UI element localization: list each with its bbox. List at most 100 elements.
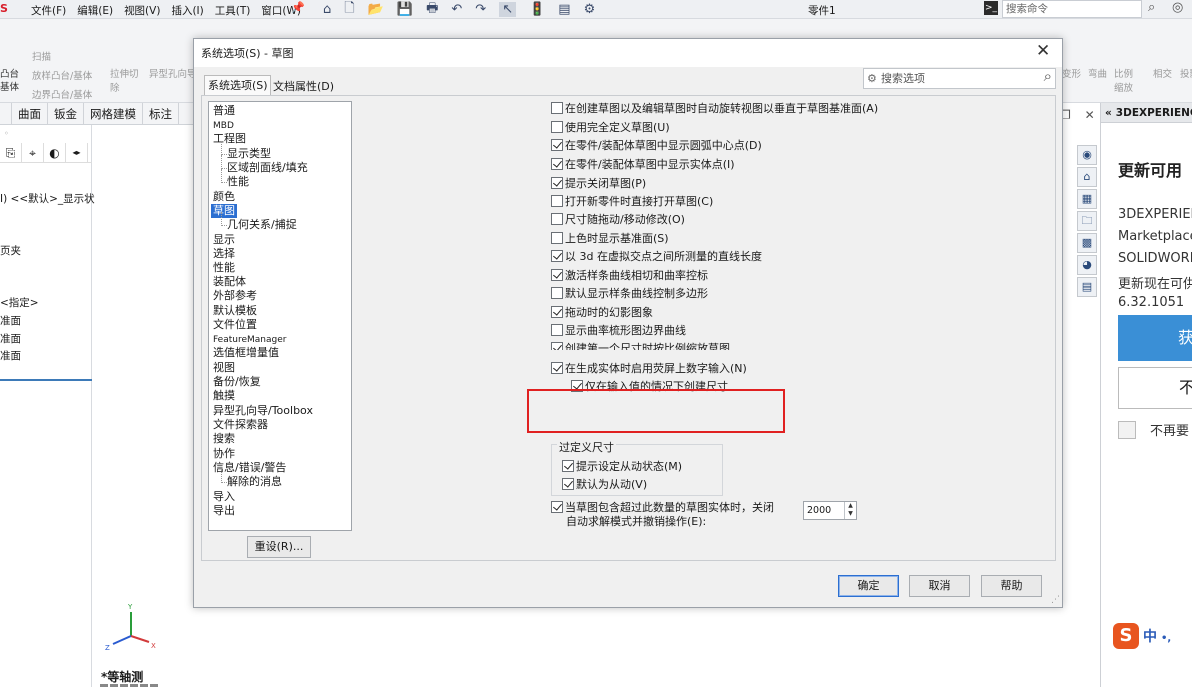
- search-icon[interactable]: ⌕: [1148, 0, 1155, 15]
- sketch-option[interactable]: 创建第一个尺寸时按比例缩放草图: [551, 341, 730, 350]
- checkbox[interactable]: [551, 121, 563, 133]
- dialog-titlebar[interactable]: 系统选项(S) - 草图 ✕: [194, 39, 1062, 67]
- nav-item[interactable]: 显示类型: [221, 141, 271, 161]
- checkbox[interactable]: [551, 342, 563, 350]
- crosshair-icon[interactable]: ⌖: [22, 143, 44, 162]
- nav-item[interactable]: 性能: [213, 261, 235, 275]
- checkbox[interactable]: [551, 195, 563, 207]
- save-icon[interactable]: 💾: [397, 2, 413, 17]
- nav-item[interactable]: 性能: [221, 169, 249, 189]
- solve-limit-spinbox[interactable]: 2000 ▲ ▼: [803, 501, 857, 520]
- ok-button[interactable]: 确定: [838, 575, 899, 597]
- cancel-button[interactable]: 取消: [909, 575, 970, 597]
- nav-item[interactable]: 导出: [213, 504, 235, 518]
- sketch-option[interactable]: 在创建草图以及编辑草图时自动旋转视图以垂直于草图基准面(A): [551, 101, 878, 116]
- tab-overflow[interactable]: [0, 103, 12, 125]
- tab-surface[interactable]: 曲面: [12, 103, 48, 125]
- tab-markup[interactable]: 标注: [143, 103, 179, 125]
- ime-mode[interactable]: 中: [1143, 629, 1157, 645]
- dont-ask-checkbox[interactable]: [1118, 421, 1136, 439]
- checkbox[interactable]: [551, 324, 563, 336]
- nav-item[interactable]: 工程图: [213, 132, 246, 146]
- checkbox[interactable]: [551, 158, 563, 170]
- nav-item[interactable]: 导入: [213, 490, 235, 504]
- nav-item[interactable]: 几何关系/捕捉: [221, 212, 297, 232]
- checkbox[interactable]: [551, 177, 563, 189]
- undo-icon[interactable]: ↶: [451, 2, 462, 17]
- menu-insert[interactable]: 插入(I): [171, 3, 203, 18]
- resize-grip-icon[interactable]: ⋰: [1051, 595, 1060, 605]
- ribbon-sweep[interactable]: 扫描: [32, 49, 51, 63]
- ribbon-loft[interactable]: 放样凸台/基体: [32, 68, 92, 82]
- redo-icon[interactable]: ↷: [475, 2, 486, 17]
- settings-gear-icon[interactable]: ⚙: [584, 2, 596, 17]
- checkbox[interactable]: [551, 250, 563, 262]
- menu-edit[interactable]: 编辑(E): [77, 3, 113, 18]
- pin-icon[interactable]: 📌: [291, 1, 305, 14]
- sketch-option[interactable]: 在零件/装配体草图中显示实体点(I): [551, 157, 735, 172]
- reset-button[interactable]: 重设(R)...: [247, 536, 311, 558]
- get-update-button[interactable]: 获: [1118, 315, 1192, 361]
- menu-tools[interactable]: 工具(T): [215, 3, 251, 18]
- nav-item[interactable]: 文件探索器: [213, 418, 268, 432]
- nav-item[interactable]: 搜索: [213, 432, 235, 446]
- checkbox[interactable]: [551, 362, 563, 374]
- tree-plane-1[interactable]: 准面: [0, 313, 21, 328]
- checkbox[interactable]: [551, 287, 563, 299]
- checkbox[interactable]: [551, 213, 563, 225]
- checkbox[interactable]: [551, 501, 563, 513]
- tree-folder[interactable]: 页夹: [0, 243, 21, 258]
- nav-item[interactable]: 视图: [213, 361, 235, 375]
- sketch-option[interactable]: 打开新零件时直接打开草图(C): [551, 194, 713, 209]
- print-icon[interactable]: 🖶: [426, 0, 438, 21]
- sketch-option[interactable]: 在零件/装配体草图中显示圆弧中心点(D): [551, 138, 762, 153]
- help-button[interactable]: 帮助: [981, 575, 1042, 597]
- ime-toolbar[interactable]: S 中 •,: [1113, 623, 1188, 653]
- nav-item[interactable]: 选择: [213, 247, 235, 261]
- sketch-option[interactable]: 使用完全定义草图(U): [551, 120, 670, 135]
- file-explorer-icon[interactable]: 🗀: [1077, 211, 1097, 231]
- sketch-option[interactable]: 以 3d 在虚拟交点之间所测量的直线长度: [551, 249, 762, 264]
- ribbon-project[interactable]: 投影: [1180, 66, 1192, 80]
- checkbox[interactable]: [562, 460, 574, 472]
- custom-properties-icon[interactable]: ▤: [1077, 277, 1097, 297]
- opt-default-driven[interactable]: 默认为从动(V): [562, 477, 647, 492]
- nav-item[interactable]: 区域剖面线/填充: [221, 155, 308, 175]
- sketch-option[interactable]: 激活样条曲线相切和曲率控标: [551, 268, 708, 283]
- not-now-button[interactable]: 不: [1118, 367, 1192, 409]
- search-commands-input[interactable]: 搜索命令: [1002, 0, 1142, 18]
- file-properties-icon[interactable]: ▤: [558, 2, 570, 17]
- sketch-option[interactable]: 尺寸随拖动/移动修改(O): [551, 212, 685, 227]
- opt-solve-limit[interactable]: 当草图包含超过此数量的草图实体时，关闭: [551, 500, 774, 515]
- sketch-option[interactable]: 上色时显示基准面(S): [551, 231, 669, 246]
- ribbon-intersect[interactable]: 相交: [1153, 66, 1172, 80]
- property-manager-icon[interactable]: ⎘: [0, 143, 22, 162]
- close-icon[interactable]: ✕: [1036, 41, 1050, 61]
- traffic-light-icon[interactable]: 🚦: [529, 2, 545, 17]
- checkbox[interactable]: [551, 232, 563, 244]
- tab-system-options[interactable]: 系统选项(S): [204, 75, 271, 95]
- nav-item[interactable]: 异型孔向导/Toolbox: [213, 404, 313, 418]
- ribbon-deform[interactable]: 变形: [1062, 66, 1081, 80]
- nav-item[interactable]: FeatureManager: [213, 333, 286, 347]
- search-options-input[interactable]: ⚙ 搜索选项 ⌕: [863, 67, 1056, 89]
- nav-item[interactable]: 协作: [213, 447, 235, 461]
- scroll-left-right-icon[interactable]: ◂▸: [66, 143, 88, 162]
- open-file-icon[interactable]: 📂: [368, 2, 384, 17]
- nav-item[interactable]: 触摸: [213, 389, 235, 403]
- tree-material[interactable]: <指定>: [0, 295, 39, 310]
- nav-item[interactable]: 装配体: [213, 275, 246, 289]
- nav-item[interactable]: 显示: [213, 233, 235, 247]
- menu-file[interactable]: 文件(F): [31, 3, 66, 18]
- checkbox[interactable]: [551, 306, 563, 318]
- sketch-option[interactable]: 默认显示样条曲线控制多边形: [551, 286, 708, 301]
- tab-document-properties[interactable]: 文档属性(D): [273, 77, 334, 96]
- magnifier-icon[interactable]: ⌕: [1044, 67, 1052, 86]
- collapse-icon[interactable]: «: [1105, 107, 1112, 119]
- ribbon-hole-wizard[interactable]: 异型孔向导: [149, 66, 197, 80]
- nav-item[interactable]: 选值框增量值: [213, 346, 279, 360]
- spin-arrows-icon[interactable]: ▲ ▼: [844, 502, 856, 519]
- nav-item[interactable]: 外部参考: [213, 289, 257, 303]
- close-document-icon[interactable]: ✕: [1085, 108, 1095, 122]
- sketch-option[interactable]: 在生成实体时启用荧屏上数字输入(N): [551, 361, 747, 376]
